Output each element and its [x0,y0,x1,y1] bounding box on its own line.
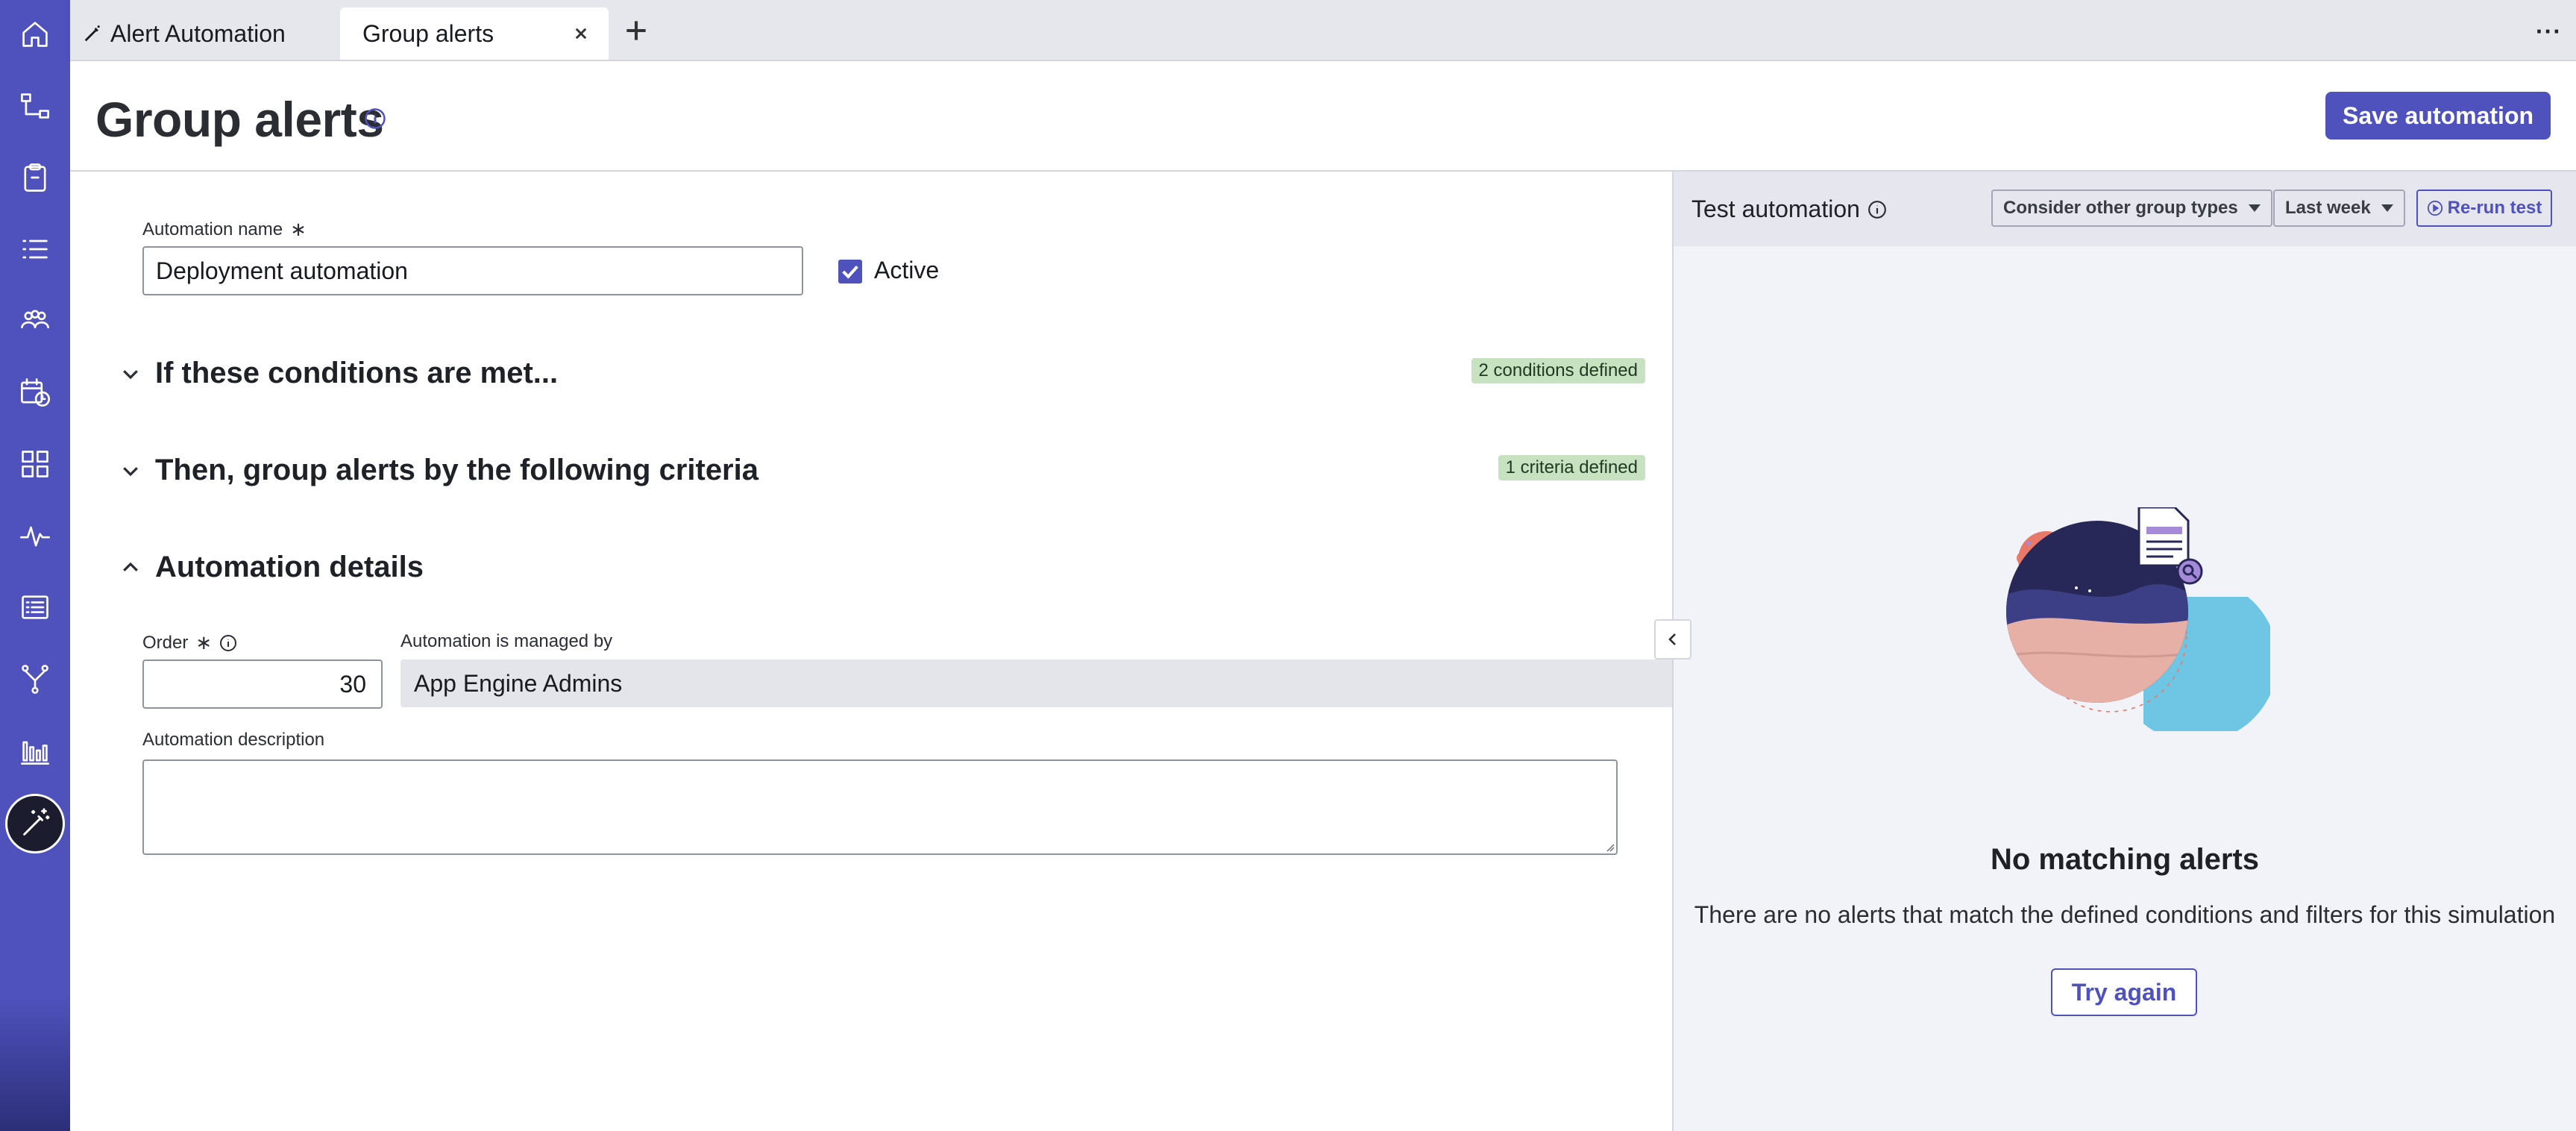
managed-by-label: Automation is managed by [400,631,613,651]
page-title: Group alerts [95,92,384,147]
caret-down-icon [2248,204,2261,212]
details-section-header[interactable]: Automation details [119,551,424,584]
tab-group-alerts[interactable]: Group alerts [340,7,609,60]
home-icon[interactable] [17,16,53,52]
groups-icon[interactable] [17,303,53,339]
rerun-test-button[interactable]: Re-run test [2416,189,2552,227]
workflow-icon[interactable] [17,88,53,124]
nav-rail [0,0,70,1131]
description-label: Automation description [142,730,325,750]
play-circle-icon [2427,200,2443,216]
collapse-panel-button[interactable] [1654,619,1691,660]
group-type-dropdown[interactable]: Consider other group types [1991,189,2272,227]
pulse-icon[interactable] [17,518,53,554]
records-icon[interactable] [17,589,53,625]
checkmark-icon [842,265,858,279]
add-tab-icon[interactable] [622,16,650,45]
tab-label: Alert Automation [110,19,286,47]
grid-icon[interactable] [17,446,53,482]
time-range-dropdown[interactable]: Last week [2273,189,2405,227]
tab-bar: Alert Automation Group alerts ··· [70,0,2576,61]
test-automation-panel: Test automation Consider other group typ… [1672,172,2576,1131]
list-icon[interactable] [17,231,53,267]
no-results-illustration [2006,507,2270,731]
try-again-button[interactable]: Try again [2051,968,2197,1016]
order-label: Order ∗ [142,631,237,654]
chevron-down-icon [123,466,138,476]
active-label: Active [874,257,940,283]
automation-name-input[interactable]: Deployment automation [142,246,803,295]
managed-by-field: App Engine Admins [400,660,1876,707]
magic-wand-icon[interactable] [5,794,65,853]
resize-grip-icon[interactable] [1604,842,1615,852]
section-title: Then, group alerts by the following crit… [155,454,758,486]
section-title: Automation details [155,551,424,583]
test-automation-title: Test automation [1691,195,1887,223]
criteria-badge: 1 criteria defined [1498,455,1645,480]
test-toolbar: Test automation Consider other group typ… [1674,172,2576,246]
chevron-down-icon [123,369,138,379]
automation-form: Automation name ∗ Deployment automation A… [70,172,1876,1131]
empty-state-text: There are no alerts that match the defin… [1694,901,2556,928]
save-automation-button[interactable]: Save automation [2325,92,2551,140]
automation-name-label: Automation name ∗ [142,218,307,240]
caret-down-icon [2381,204,2393,212]
close-icon[interactable] [570,22,592,45]
tab-label: Group alerts [362,19,494,47]
branch-icon[interactable] [17,661,53,697]
clipboard-icon[interactable] [17,160,53,195]
grouping-section-header[interactable]: Then, group alerts by the following crit… [119,454,758,487]
conditions-badge: 2 conditions defined [1471,358,1645,383]
active-checkbox[interactable] [838,260,862,283]
order-input[interactable]: 30 [142,660,383,709]
chevron-up-icon [123,562,138,571]
info-icon[interactable] [364,107,386,130]
section-title: If these conditions are met... [155,357,559,389]
tab-alert-automation[interactable]: Alert Automation [82,7,286,60]
chevron-left-icon [1668,633,1676,645]
bar-chart-icon[interactable] [17,733,53,768]
magic-wand-icon [84,25,100,42]
info-icon[interactable] [219,634,237,652]
info-icon[interactable] [1867,200,1887,219]
page-header: Group alerts Save automation [70,61,2576,172]
description-textarea[interactable] [142,759,1618,855]
calendar-clock-icon[interactable] [17,375,53,410]
empty-state-title: No matching alerts [1990,843,2260,876]
more-options-icon[interactable]: ··· [2536,18,2566,45]
conditions-section-header[interactable]: If these conditions are met... [119,357,558,390]
